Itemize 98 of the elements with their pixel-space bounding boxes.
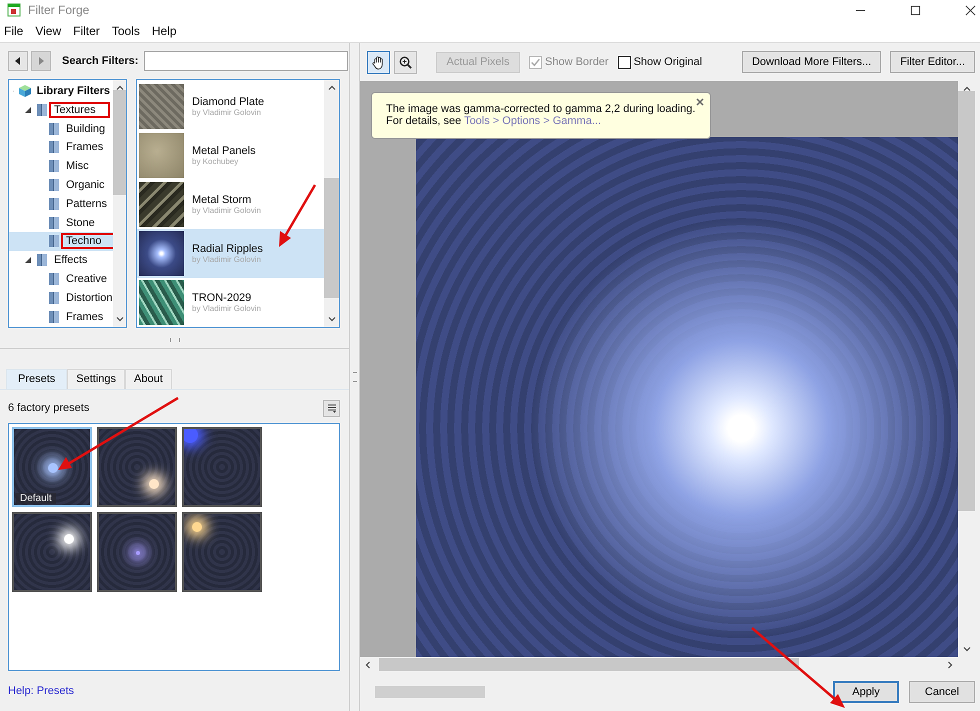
book-icon [47,122,61,136]
texture-thumbnail [139,182,184,227]
preset-thumbnail[interactable] [182,512,262,592]
texture-thumbnail [139,230,184,276]
hand-tool-button[interactable] [367,50,390,74]
texture-thumbnail [139,280,184,325]
filter-name: TRON-2029 [192,292,252,304]
book-icon [47,178,61,192]
book-icon [47,272,61,286]
tree-item[interactable]: Frames [63,141,106,154]
tab[interactable]: Settings [67,368,126,389]
close-icon[interactable] [965,4,976,16]
tree-item[interactable]: Textures [51,104,108,116]
book-icon [47,140,61,154]
scroll-down-icon[interactable] [962,647,970,652]
tree-item[interactable]: Library Filters [34,85,113,98]
scroll-down-icon[interactable] [116,316,124,322]
book-icon [47,196,61,211]
tree-item[interactable]: Organic [63,179,108,192]
tree-item[interactable]: Distortion [63,292,113,304]
tree-item[interactable]: Frames [63,310,106,323]
tree-item[interactable]: Building [63,122,108,135]
book-icon [35,253,49,268]
annotation-arrow [279,184,316,247]
filter-author: by Vladimir Golovin [192,206,261,215]
book-icon [47,159,61,174]
toolbar-button[interactable]: Download More Filters... [742,51,882,73]
texture-row[interactable]: Radial Ripples by Vladimir Golovin [137,228,324,278]
tree-item[interactable]: Patterns [63,198,110,210]
filter-author: by Kochubey [192,156,240,166]
menu-item[interactable]: Help [152,24,177,38]
scroll-down-icon[interactable] [328,316,336,322]
tree-item[interactable]: Misc [63,160,92,172]
checkbox[interactable] [618,56,631,68]
book-icon [47,234,61,248]
texture-row[interactable]: TRON-2029 by Vladimir Golovin [137,278,324,327]
notice-text: For details, see [386,115,462,127]
book-icon [47,216,61,230]
toolbar-button[interactable]: Filter Editor... [890,51,975,73]
back-arrow-icon [15,56,21,65]
forward-arrow-icon [38,56,44,65]
menu-item[interactable]: File [4,24,24,38]
menu-item[interactable]: View [35,24,62,38]
maximize-icon[interactable] [910,4,921,16]
window-title: Filter Forge [28,3,90,17]
tree-item[interactable]: Stone [63,216,98,229]
texture-row[interactable]: Metal Storm by Vladimir Golovin [137,180,324,229]
scrollbar[interactable] [113,80,126,327]
filter-author: by Vladimir Golovin [192,254,262,264]
book-icon [47,290,61,305]
tab[interactable]: About [125,368,172,389]
preset-thumbnail[interactable] [12,512,92,592]
texture-thumbnail [139,132,184,178]
dialog-button[interactable]: Apply [833,680,899,702]
scroll-up-icon[interactable] [116,84,124,90]
scroll-up-icon[interactable] [328,84,336,90]
help-link[interactable]: Help: Presets [8,685,74,698]
splitter-grip[interactable] [170,338,180,342]
scrollbar[interactable] [324,80,339,327]
menu-item[interactable]: Tools [112,24,140,38]
app-icon [7,3,21,17]
filter-author: by Vladimir Golovin [192,304,261,313]
filter-name: Radial Ripples [192,242,263,255]
filter-name: Metal Storm [192,194,252,206]
book-icon [35,102,49,117]
filter-author: by Vladimir Golovin [192,108,262,117]
preset-thumbnail[interactable] [97,427,177,508]
checkbox-label: Show Border [545,56,609,68]
tree-item[interactable]: Creative [63,273,110,286]
tree-item[interactable]: Effects [51,254,90,266]
texture-row[interactable]: Metal Panels by Kochubey [137,130,324,180]
notice-text: The image was gamma-corrected to gamma 2,2 during loading. [386,103,696,115]
dialog-button[interactable]: Cancel [909,680,975,702]
back-button[interactable] [8,50,28,71]
search-field[interactable] [144,50,348,71]
checkbox-label: Show Original [634,56,702,68]
book-icon [47,310,61,324]
zoom-tool-button[interactable] [394,50,417,74]
texture-thumbnail [139,84,184,129]
tab[interactable]: Presets [6,368,68,389]
list-menu-icon [326,403,336,414]
search-label: Search Filters: [62,54,138,67]
texture-row[interactable]: Diamond Plate by Vladimir Golovin [137,82,324,131]
list-menu-button[interactable] [323,400,340,417]
scroll-right-icon[interactable] [948,660,953,668]
preset-label: Default [16,493,56,504]
scroll-left-icon[interactable] [365,660,370,668]
filter-name: Metal Panels [192,144,256,157]
preset-thumbnail[interactable] [97,512,177,592]
menu-item[interactable]: Filter [73,24,100,38]
gamma-link[interactable]: Tools > Options > Gamma... [464,115,602,127]
preset-count: 6 factory presets [8,402,90,414]
filter-name: Diamond Plate [192,96,264,108]
preset-thumbnail[interactable] [182,427,262,508]
cube-icon [18,84,32,98]
close-icon[interactable] [696,98,704,106]
preset-thumbnail[interactable]: Default [12,427,92,508]
zoom-in-icon [398,54,413,70]
